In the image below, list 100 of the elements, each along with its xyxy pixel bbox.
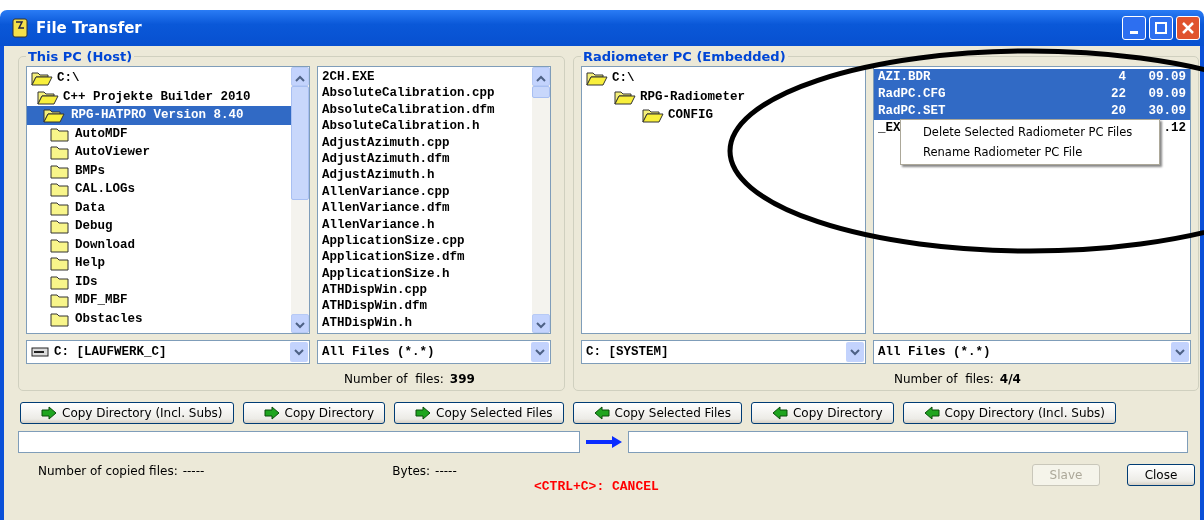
folder-icon <box>49 218 71 235</box>
dialog-button[interactable]: Close <box>1127 464 1195 486</box>
file-item[interactable]: AbsoluteCalibration.dfm <box>318 101 532 119</box>
maximize-button[interactable] <box>1149 16 1173 40</box>
folder-icon <box>43 107 65 124</box>
copy-button[interactable]: Copy Selected Files <box>572 402 742 424</box>
file-date: .12 <box>1163 121 1186 135</box>
copy-button[interactable]: Copy Directory (Incl. Subs) <box>20 402 234 424</box>
tree-item[interactable]: Help <box>27 254 291 273</box>
drive-dropdown[interactable]: C: [SYSTEM] <box>581 340 866 364</box>
file-date: 09.09 <box>1148 87 1186 101</box>
file-count-label: Number of files: <box>894 372 994 386</box>
copy-button[interactable]: Copy Directory <box>750 402 894 424</box>
file-item[interactable]: ATHDispWin.h <box>318 314 532 332</box>
file-item[interactable]: AllenVariance.cpp <box>318 183 532 201</box>
file-item[interactable]: AbsoluteCalibration.h <box>318 118 532 135</box>
cancel-hint: <CTRL+C>: CANCEL <box>534 479 659 494</box>
close-button[interactable] <box>1176 16 1200 40</box>
panel-title: Radiometer PC (Embedded) <box>582 49 787 64</box>
minimize-button[interactable] <box>1122 16 1146 40</box>
file-item[interactable]: ApplicationSize.cpp <box>318 232 532 250</box>
filter-dropdown[interactable]: All Files (*.*) <box>317 340 551 364</box>
tree-item[interactable]: RPG-Radiometer <box>582 87 865 106</box>
folder-icon <box>31 70 53 87</box>
maximize-icon <box>1155 22 1167 34</box>
file-name[interactable]: RadPC.SET <box>878 104 946 118</box>
menu-item[interactable]: Delete Selected Radiometer PC Files <box>901 122 1159 142</box>
drive-dropdown[interactable]: C: [LAUFWERK_C] <box>26 340 310 364</box>
chevron-up-icon <box>295 75 305 82</box>
file-count-label: Number of files: <box>344 372 444 386</box>
copied-files-label: Number of copied files: <box>38 464 178 478</box>
chevron-up-icon <box>536 75 546 82</box>
scrollbar[interactable] <box>532 67 550 333</box>
drive-icon <box>31 347 49 357</box>
file-name[interactable]: _EX <box>878 121 901 135</box>
chevron-down-icon <box>294 348 304 356</box>
tree-item[interactable]: C:\ <box>27 69 291 88</box>
arrow-icon <box>585 435 623 449</box>
tree-item[interactable]: Data <box>27 198 291 217</box>
file-item[interactable]: ATHDispWin.dfm <box>318 298 532 315</box>
folder-icon <box>642 107 664 124</box>
folder-icon <box>49 162 71 179</box>
folder-icon <box>49 236 71 253</box>
folder-icon <box>586 70 608 87</box>
file-item[interactable]: 2CH.EXE <box>318 69 532 86</box>
file-item[interactable]: AdjustAzimuth.h <box>318 167 532 184</box>
copy-button[interactable]: Copy Directory (Incl. Subs) <box>902 402 1117 424</box>
file-name[interactable]: RadPC.CFG <box>878 87 946 101</box>
chevron-down-icon <box>1175 348 1185 356</box>
folder-icon <box>49 181 71 198</box>
copied-files-value: ----- <box>182 464 205 478</box>
tree-item[interactable]: IDs <box>27 272 291 291</box>
tree-item[interactable]: AutoViewer <box>27 143 291 162</box>
file-item[interactable]: AdjustAzimuth.cpp <box>318 134 532 151</box>
file-size: 22 <box>1111 87 1126 101</box>
folder-icon <box>49 199 71 216</box>
arrow-icon <box>923 406 940 420</box>
tree-item[interactable]: C:\ <box>582 69 865 88</box>
tree-item[interactable]: BMPs <box>27 161 291 180</box>
file-item[interactable]: AllenVariance.dfm <box>318 200 532 217</box>
scroll-thumb[interactable] <box>532 86 550 98</box>
bytes-label: Bytes: <box>392 464 431 478</box>
window-title: File Transfer <box>36 19 142 37</box>
file-item[interactable]: ApplicationSize.dfm <box>318 249 532 266</box>
tree-item[interactable]: CONFIG <box>582 106 865 125</box>
chevron-down-icon <box>535 348 545 356</box>
chevron-down-icon <box>536 322 546 329</box>
chevron-down-icon <box>295 322 305 329</box>
folder-icon <box>37 88 59 105</box>
tree-item[interactable]: C++ Projekte Builder 2010 <box>27 87 291 106</box>
scroll-thumb[interactable] <box>291 86 309 200</box>
scrollbar[interactable] <box>291 67 309 333</box>
copy-button[interactable]: Copy Selected Files <box>394 402 564 424</box>
file-item[interactable]: ATHDispWin.cpp <box>318 282 532 299</box>
tree-item[interactable]: RPG-HATPRO Version 8.40 <box>27 106 291 125</box>
tree-item[interactable]: Download <box>27 235 291 254</box>
file-date: 09.09 <box>1148 70 1186 84</box>
filter-dropdown[interactable]: All Files (*.*) <box>873 340 1191 364</box>
menu-item[interactable]: Rename Radiometer PC File <box>901 142 1159 162</box>
tree-item[interactable]: CAL.LOGs <box>27 180 291 199</box>
bytes-value: ----- <box>435 464 457 478</box>
chevron-down-icon <box>850 348 860 356</box>
copy-button[interactable]: Copy Directory <box>242 402 386 424</box>
file-name[interactable]: AZI.BDR <box>878 70 931 84</box>
folder-icon <box>49 144 71 161</box>
panel-title: This PC (Host) <box>27 49 134 64</box>
file-size: 4 <box>1118 70 1126 84</box>
file-item[interactable]: AbsoluteCalibration.cpp <box>318 85 532 102</box>
folder-icon <box>49 273 71 290</box>
arrow-icon <box>415 406 432 420</box>
tree-item[interactable]: MDF_MBF <box>27 291 291 310</box>
file-item[interactable]: ApplicationSize.h <box>318 265 532 283</box>
tree-item[interactable]: Debug <box>27 217 291 236</box>
tree-item[interactable]: Obstacles <box>27 309 291 328</box>
tree-item[interactable]: AutoMDF <box>27 124 291 143</box>
folder-icon <box>49 310 71 327</box>
file-item[interactable]: AdjustAzimuth.dfm <box>318 150 532 168</box>
file-item[interactable]: AllenVariance.h <box>318 216 532 233</box>
target-path-field[interactable] <box>628 431 1188 453</box>
source-path-field[interactable] <box>18 431 580 453</box>
